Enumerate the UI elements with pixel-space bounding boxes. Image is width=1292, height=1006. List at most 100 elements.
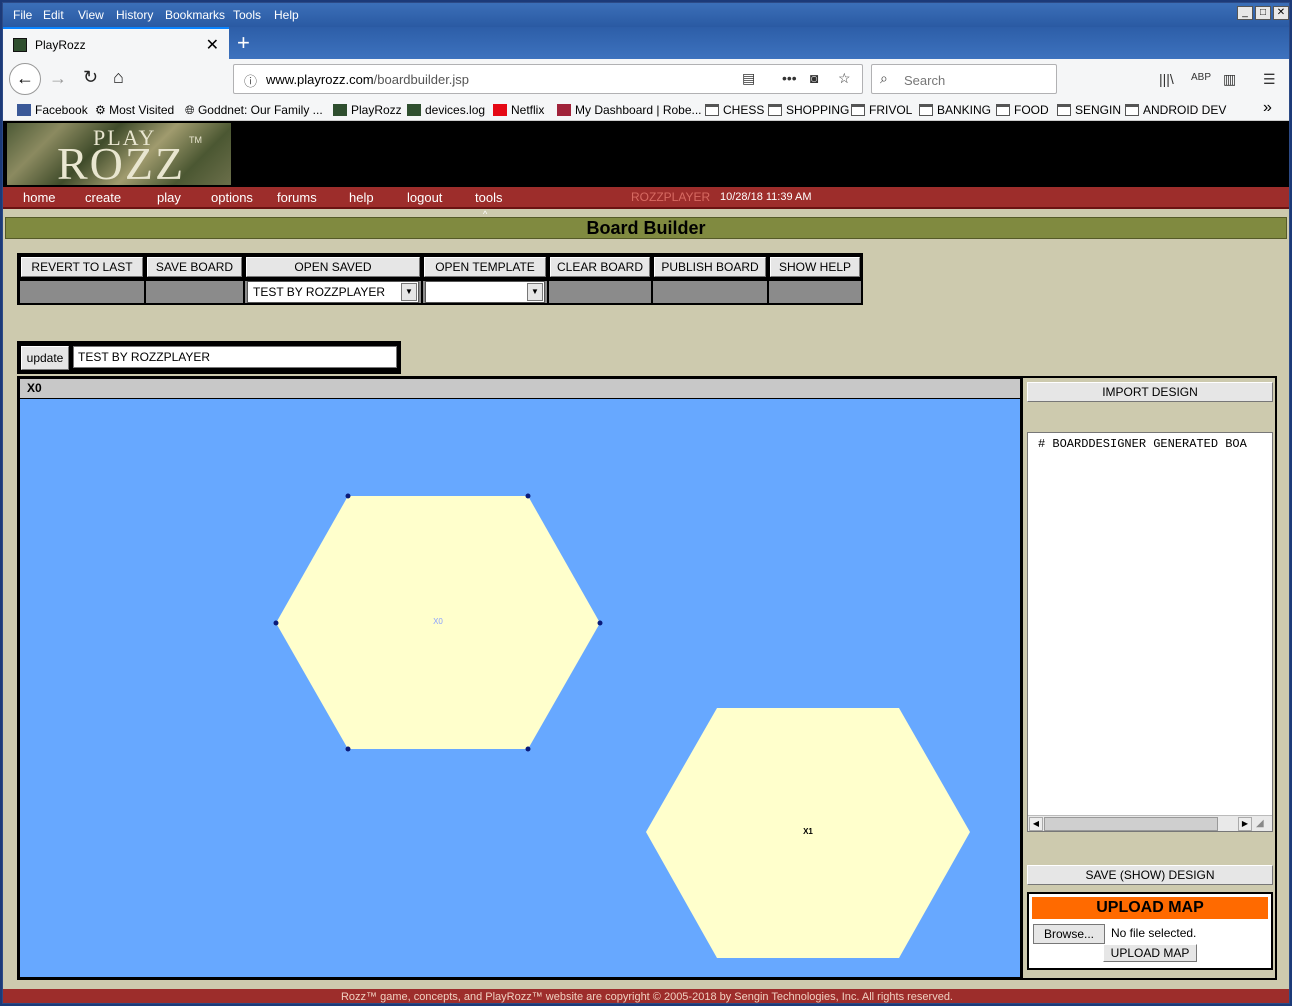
pocket-icon[interactable]: ◙	[810, 70, 818, 86]
scroll-right-icon[interactable]: ▶	[1238, 817, 1252, 831]
open-template-select[interactable]: ▼	[425, 281, 545, 303]
menu-history[interactable]: History	[116, 8, 153, 22]
bookmarks-overflow-icon[interactable]: »	[1263, 99, 1272, 117]
bookmark-folder-food[interactable]: FOOD	[996, 103, 1049, 117]
open-saved-button[interactable]: OPEN SAVED	[246, 257, 420, 277]
home-icon[interactable]: ⌂	[113, 67, 124, 88]
folder-icon	[851, 104, 865, 116]
hex-vertex-handle[interactable]	[345, 746, 351, 752]
playrozz-logo[interactable]: PLAY ROZZ TM	[7, 123, 231, 187]
bookmark-most-visited[interactable]: ⚙ Most Visited	[95, 103, 174, 117]
close-window-icon[interactable]: ✕	[1273, 6, 1289, 20]
bookmark-folder-sengin[interactable]: SENGIN	[1057, 103, 1121, 117]
browse-button[interactable]: Browse...	[1033, 924, 1105, 944]
save-show-design-button[interactable]: SAVE (SHOW) DESIGN	[1027, 865, 1273, 885]
menu-tools[interactable]: Tools	[233, 8, 261, 22]
board-toolbar: REVERT TO LAST SAVE BOARD OPEN SAVED OPE…	[17, 253, 863, 305]
bookmark-folder-frivol[interactable]: FRIVOL	[851, 103, 912, 117]
menu-file[interactable]: File	[13, 8, 32, 22]
username: ROZZPLAYER	[631, 190, 711, 204]
menu-help[interactable]: Help	[274, 8, 299, 22]
reader-view-icon[interactable]: ▤	[742, 70, 755, 87]
resize-grip-icon[interactable]: ◢	[1256, 818, 1264, 829]
facebook-icon	[17, 104, 31, 116]
nav-home[interactable]: home	[23, 190, 56, 205]
update-button[interactable]: update	[21, 346, 69, 370]
folder-icon	[1057, 104, 1071, 116]
horizontal-scrollbar[interactable]: ◀ ▶ ◢	[1028, 815, 1272, 831]
nav-options[interactable]: options	[211, 190, 253, 205]
clear-board-button[interactable]: CLEAR BOARD	[550, 257, 650, 277]
new-tab-icon[interactable]: +	[237, 30, 250, 56]
hex-vertex-handle[interactable]	[345, 493, 351, 499]
toolbar-cell	[146, 281, 243, 303]
menu-edit[interactable]: Edit	[43, 8, 64, 22]
save-board-button[interactable]: SAVE BOARD	[147, 257, 242, 277]
sidebar-icon[interactable]: ▥	[1223, 71, 1236, 88]
adblock-icon[interactable]: ABP	[1191, 72, 1211, 83]
design-side-panel: IMPORT DESIGN # BOARDDESIGNER GENERATED …	[1023, 376, 1277, 980]
folder-icon	[996, 104, 1010, 116]
nav-play[interactable]: play	[157, 190, 181, 205]
board-name-input[interactable]: TEST BY ROZZPLAYER	[73, 346, 397, 368]
bookmark-playrozz[interactable]: PlayRozz	[333, 103, 402, 117]
scroll-left-icon[interactable]: ◀	[1029, 817, 1043, 831]
tab-playrozz[interactable]: PlayRozz ✕	[3, 27, 229, 59]
toolbar-cell	[769, 281, 861, 303]
publish-board-button[interactable]: PUBLISH BOARD	[654, 257, 766, 277]
back-icon[interactable]: ←	[9, 63, 41, 95]
show-help-button[interactable]: SHOW HELP	[770, 257, 860, 277]
design-textarea[interactable]: # BOARDDESIGNER GENERATED BOA ◀ ▶ ◢	[1027, 432, 1273, 832]
minimize-icon[interactable]: _	[1237, 6, 1253, 20]
folder-icon	[1125, 104, 1139, 116]
bookmark-facebook[interactable]: Facebook	[17, 103, 88, 117]
reload-icon[interactable]: ↻	[83, 67, 98, 88]
design-text: # BOARDDESIGNER GENERATED BOA	[1038, 437, 1247, 451]
library-icon[interactable]: |||\	[1159, 71, 1174, 87]
nav-tools[interactable]: tools	[475, 190, 502, 205]
hamburger-menu-icon[interactable]: ☰	[1263, 71, 1276, 88]
url-bar[interactable]: ⓘ www.playrozz.com/boardbuilder.jsp ▤ ••…	[233, 64, 863, 94]
open-saved-select[interactable]: TEST BY ROZZPLAYER ▼	[247, 281, 419, 303]
menu-view[interactable]: View	[78, 8, 104, 22]
site-header: PLAY ROZZ TM	[3, 121, 1289, 187]
import-design-button[interactable]: IMPORT DESIGN	[1027, 382, 1273, 402]
close-tab-icon[interactable]: ✕	[206, 35, 219, 55]
nav-forums[interactable]: forums	[277, 190, 317, 205]
bookmark-folder-banking[interactable]: BANKING	[919, 103, 991, 117]
nav-logout[interactable]: logout	[407, 190, 442, 205]
maximize-icon[interactable]: □	[1255, 6, 1271, 20]
search-bar[interactable]: ⌕ Search	[871, 64, 1057, 94]
browser-window: File Edit View History Bookmarks Tools H…	[2, 2, 1290, 1004]
board-svg[interactable]: X0 X1	[20, 399, 1020, 977]
bookmark-netflix[interactable]: Netflix	[493, 103, 544, 117]
bookmark-folder-shopping[interactable]: SHOPPING	[768, 103, 849, 117]
forward-icon[interactable]: →	[49, 68, 67, 89]
hex-vertex-handle[interactable]	[273, 620, 279, 626]
bookmark-folder-android-dev[interactable]: ANDROID DEV	[1125, 103, 1226, 117]
page-actions-icon[interactable]: •••	[782, 70, 797, 86]
bookmark-devices-log[interactable]: devices.log	[407, 103, 485, 117]
folder-icon	[705, 104, 719, 116]
hex-vertex-handle[interactable]	[525, 493, 531, 499]
playrozz-icon	[333, 104, 347, 116]
nav-help[interactable]: help	[349, 190, 374, 205]
board-canvas[interactable]: X0 X1	[20, 399, 1020, 977]
nav-create[interactable]: create	[85, 190, 121, 205]
hex-vertex-handle[interactable]	[525, 746, 531, 752]
open-template-button[interactable]: OPEN TEMPLATE	[424, 257, 546, 277]
bookmark-my-dashboard[interactable]: My Dashboard | Robe...	[557, 103, 702, 117]
tab-title: PlayRozz	[35, 38, 86, 52]
toolbar-cell	[653, 281, 767, 303]
scrollbar-thumb[interactable]	[1044, 817, 1218, 831]
board-name-row: update TEST BY ROZZPLAYER	[17, 341, 401, 374]
bookmark-goddnet[interactable]: 🌐︎ Goddnet: Our Family ...	[185, 103, 323, 118]
site-info-icon[interactable]: ⓘ	[244, 71, 257, 90]
upload-map-button[interactable]: UPLOAD MAP	[1103, 944, 1197, 962]
menu-bookmarks[interactable]: Bookmarks	[165, 8, 225, 22]
revert-to-last-button[interactable]: REVERT TO LAST	[21, 257, 143, 277]
bookmark-star-icon[interactable]: ☆	[838, 70, 851, 87]
upload-map-header: UPLOAD MAP	[1032, 897, 1268, 919]
bookmark-folder-chess[interactable]: CHESS	[705, 103, 764, 117]
hex-vertex-handle[interactable]	[597, 620, 603, 626]
